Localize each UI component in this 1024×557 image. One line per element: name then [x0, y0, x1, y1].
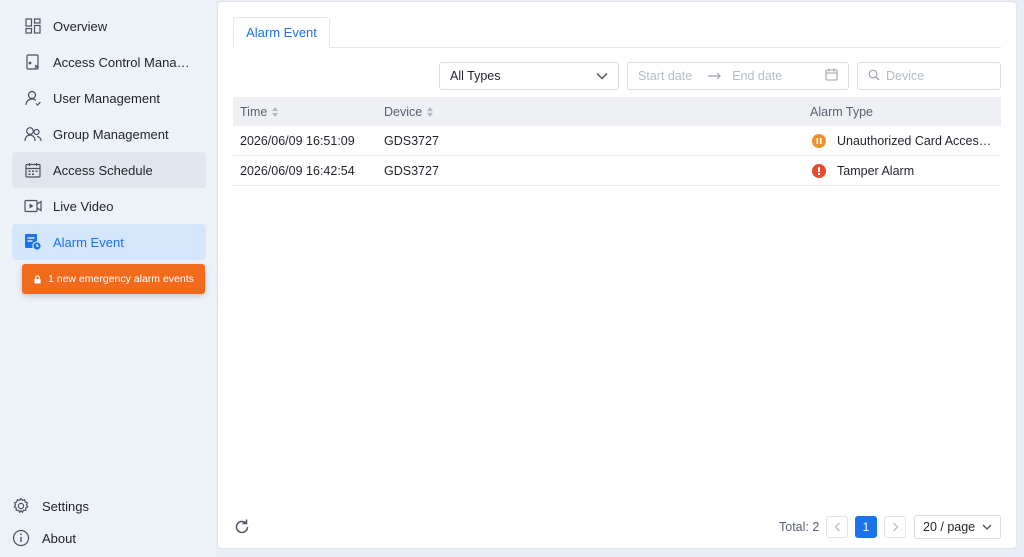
gear-icon — [13, 497, 29, 514]
alarm-type-text: Tamper Alarm — [837, 163, 915, 178]
table-row[interactable]: 2026/06/09 16:42:54 GDS3727 Tamper Alarm — [233, 156, 1001, 186]
column-label: Alarm Type — [810, 104, 873, 119]
alarm-type-select[interactable]: All Types — [439, 62, 619, 90]
sidebar-item-access-control[interactable]: Access Control Manag... — [12, 44, 206, 80]
sidebar-item-label: Live Video — [53, 198, 114, 214]
toast-text: 1 new emergency alarm events — [48, 273, 194, 285]
sort-icon[interactable] — [272, 106, 279, 117]
arrow-right-icon — [708, 69, 722, 83]
calendar-icon — [825, 68, 838, 84]
door-icon — [24, 53, 42, 71]
exclamation-badge-icon — [812, 163, 826, 178]
calendar-icon — [24, 161, 42, 179]
chevron-right-icon — [892, 522, 898, 532]
group-icon — [24, 125, 42, 143]
start-date-input[interactable]: Start date — [638, 69, 692, 83]
sidebar-item-access-schedule[interactable]: Access Schedule — [12, 152, 206, 188]
search-icon — [868, 69, 880, 84]
sidebar-item-label: User Management — [53, 90, 160, 106]
sidebar-item-user-management[interactable]: User Management — [12, 80, 206, 116]
alarm-type-text: Unauthorized Card Access ... — [837, 133, 997, 148]
column-header-alarm-type: Alarm Type — [810, 105, 873, 119]
date-range-picker[interactable]: Start date End date — [627, 62, 849, 90]
cell-device: GDS3727 — [384, 163, 439, 178]
sidebar-item-alarm-event[interactable]: Alarm Event — [12, 224, 206, 260]
sidebar-item-label: Access Control Manag... — [53, 54, 193, 70]
page-size-value: 20 / page — [923, 520, 976, 534]
user-icon — [24, 89, 42, 107]
chevron-down-icon — [596, 73, 608, 80]
chevron-down-icon — [982, 524, 992, 530]
sort-icon[interactable] — [427, 106, 434, 117]
page-button-current[interactable]: 1 — [855, 516, 877, 538]
sidebar-item-group-management[interactable]: Group Management — [12, 116, 206, 152]
alarm-list-icon — [24, 233, 42, 251]
sidebar-item-live-video[interactable]: Live Video — [12, 188, 206, 224]
cell-device: GDS3727 — [384, 133, 439, 148]
table-row[interactable]: 2026/06/09 16:51:09 GDS3727 Unauthorized… — [233, 126, 1001, 156]
end-date-input[interactable]: End date — [732, 69, 782, 83]
video-icon — [24, 197, 42, 215]
pause-badge-icon — [812, 133, 826, 148]
settings-label: Settings — [42, 498, 89, 514]
device-search-input[interactable]: Device — [857, 62, 1001, 90]
tab-alarm-event[interactable]: Alarm Event — [233, 17, 330, 48]
sidebar-item-overview[interactable]: Overview — [12, 8, 206, 44]
column-header-device[interactable]: Device — [384, 104, 434, 119]
sidebar: Overview Access Control Manag... User Ma… — [0, 0, 216, 557]
grid-icon — [24, 17, 42, 35]
about-link[interactable]: About — [12, 526, 76, 550]
settings-link[interactable]: Settings — [12, 494, 89, 518]
lock-icon — [34, 274, 41, 284]
cell-time: 2026/06/09 16:51:09 — [240, 133, 355, 148]
prev-page-button[interactable] — [826, 516, 848, 538]
column-label: Device — [384, 104, 423, 119]
next-page-button[interactable] — [884, 516, 906, 538]
alarm-type-value: All Types — [450, 69, 501, 83]
tab-bar: Alarm Event — [233, 17, 1001, 48]
sidebar-item-label: Overview — [53, 18, 108, 34]
about-label: About — [42, 530, 76, 546]
table-header: Time Device Alarm Type — [233, 97, 1001, 126]
info-icon — [12, 529, 30, 547]
cell-alarm-type: Unauthorized Card Access ... — [812, 126, 997, 155]
device-search-placeholder: Device — [886, 69, 925, 83]
cell-time: 2026/06/09 16:42:54 — [240, 163, 355, 178]
sidebar-item-label: Alarm Event — [53, 234, 124, 250]
sidebar-item-label: Group Management — [53, 126, 169, 142]
column-header-time[interactable]: Time — [240, 104, 279, 119]
cell-alarm-type: Tamper Alarm — [812, 156, 997, 185]
page-size-select[interactable]: 20 / page — [914, 515, 1001, 539]
refresh-icon[interactable] — [233, 518, 251, 536]
chevron-left-icon — [834, 522, 840, 532]
sidebar-item-label: Access Schedule — [53, 162, 153, 178]
pagination-total: Total: 2 — [779, 520, 820, 534]
column-label: Time — [240, 104, 268, 119]
main-panel: Alarm Event All Types Start date End dat… — [217, 1, 1017, 549]
emergency-alarm-toast[interactable]: 1 new emergency alarm events — [22, 264, 205, 294]
